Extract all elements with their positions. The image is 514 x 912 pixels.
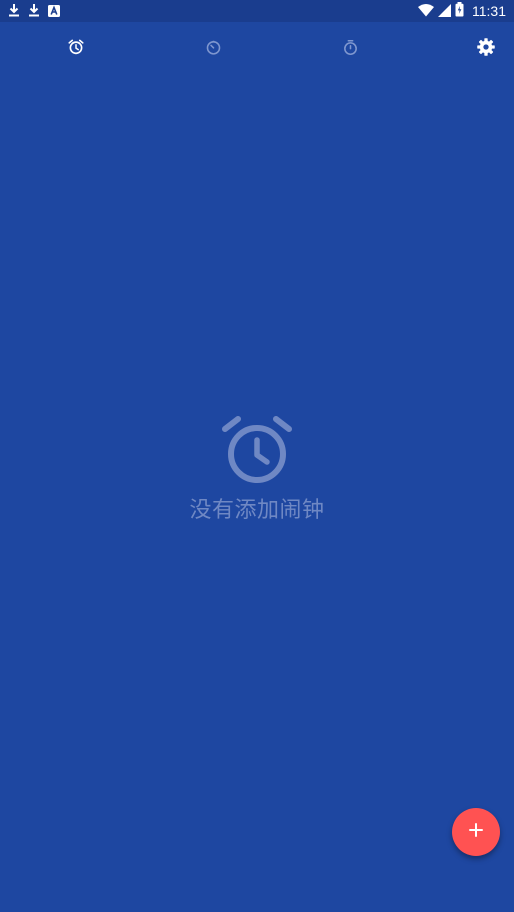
tab-stopwatch[interactable] [337,36,363,62]
download-icon [28,2,40,21]
plus-icon [468,822,484,842]
clock-icon [205,39,222,60]
settings-button[interactable] [473,36,499,62]
download-icon [8,2,20,21]
alarm-clock-icon [67,38,85,60]
empty-state-message: 没有添加闹钟 [189,498,325,523]
signal-icon [438,2,451,21]
battery-icon [455,1,464,21]
wifi-icon [418,2,434,21]
stopwatch-icon [342,39,359,60]
clock-time: 11:31 [472,3,506,19]
notification-icons [8,3,60,19]
tab-clock[interactable] [200,36,226,62]
system-icons: 11:31 [418,0,506,22]
empty-state: 没有添加闹钟 [0,414,514,524]
alarm-clock-icon [221,414,293,490]
status-bar: 11:31 [0,0,514,22]
tab-alarm[interactable] [63,36,89,62]
add-alarm-button[interactable] [452,808,500,856]
gear-icon [476,37,496,61]
app-a-icon [48,2,60,21]
